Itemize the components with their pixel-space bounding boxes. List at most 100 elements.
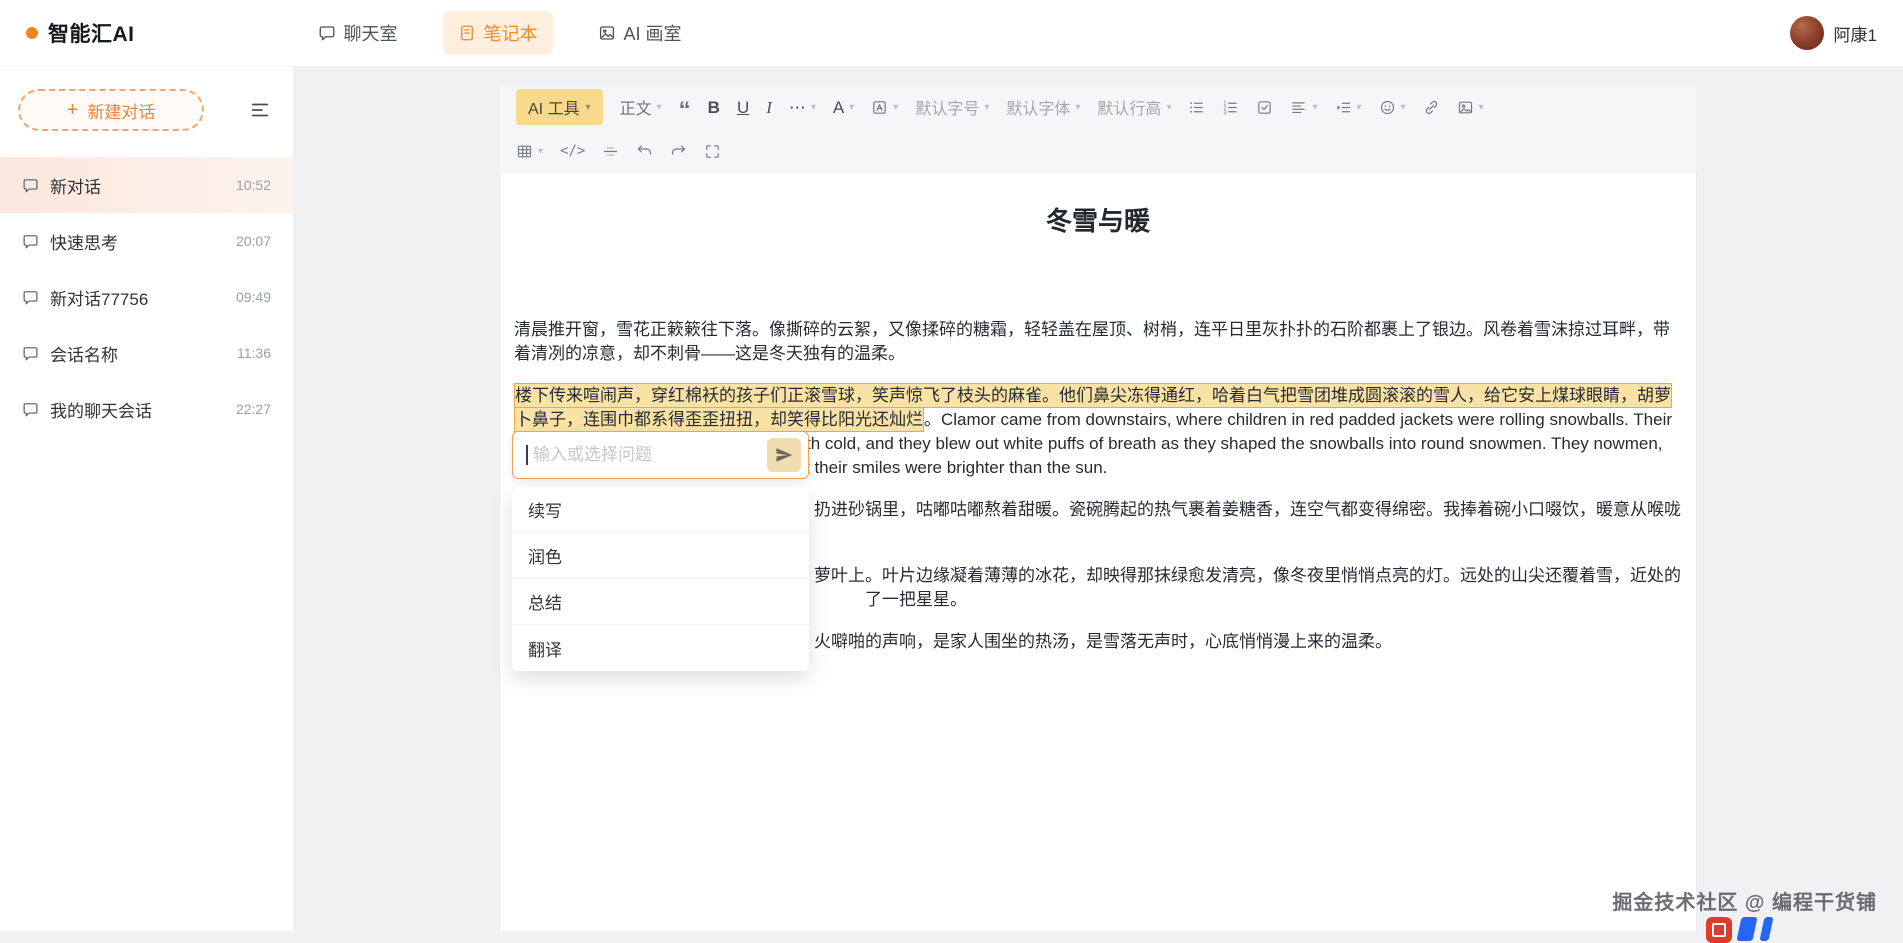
highlight-color-button[interactable]: ▾	[871, 99, 898, 116]
more-formats-button[interactable]: ⋯ ▾	[789, 99, 816, 116]
blockquote-button[interactable]: “	[679, 98, 691, 116]
conversation-time: 11:36	[237, 345, 271, 361]
caret-down-icon: ▾	[1075, 102, 1080, 113]
nav-chat-room[interactable]: 聊天室	[303, 11, 413, 55]
send-button[interactable]	[767, 438, 801, 472]
bold-icon: B	[708, 99, 720, 116]
line-height-select[interactable]: 默认行高 ▾	[1097, 95, 1171, 119]
font-size-label: 默认字号	[915, 95, 979, 119]
bullet-list-button[interactable]	[1188, 99, 1205, 116]
caret-down-icon: ▾	[1312, 102, 1317, 113]
nav-ai-studio[interactable]: AI 画室	[583, 11, 697, 55]
watermark: 掘金技术社区 @ 编程干货铺	[1612, 886, 1877, 915]
italic-button[interactable]: I	[766, 99, 772, 116]
bullet-list-icon	[1188, 99, 1205, 116]
caret-down-icon: ▾	[811, 102, 816, 113]
indent-icon	[1335, 99, 1352, 116]
ai-option-continue-writing[interactable]: 续写	[512, 487, 809, 533]
paragraph-1: 清晨推开窗，雪花正簌簌往下落。像撕碎的云絮，又像揉碎的糖霜，轻轻盖在屋顶、树梢，…	[514, 318, 1682, 366]
indent-button[interactable]: ▾	[1335, 99, 1362, 116]
checkbox-icon	[1256, 99, 1273, 116]
conversation-item[interactable]: 快速思考 20:07	[0, 213, 293, 269]
align-icon	[1290, 99, 1307, 116]
fullscreen-button[interactable]	[704, 143, 721, 160]
underline-icon: U	[737, 99, 749, 116]
more-icon: ⋯	[789, 99, 806, 116]
ai-input-box[interactable]	[512, 431, 809, 479]
chat-bubble-icon	[22, 289, 39, 306]
caret-down-icon: ▾	[586, 102, 591, 113]
caret-down-icon: ▾	[893, 102, 898, 113]
ai-tools-button[interactable]: AI 工具 ▾	[516, 89, 603, 125]
line-height-label: 默认行高	[1097, 95, 1161, 119]
table-button[interactable]: ▾	[516, 143, 543, 160]
conversation-title: 新对话77756	[50, 285, 225, 310]
collapse-sidebar-icon[interactable]	[249, 99, 271, 121]
image-button[interactable]: ▾	[1457, 99, 1484, 116]
redo-icon	[670, 143, 687, 160]
caret-down-icon: ▾	[657, 102, 662, 113]
ai-option-polish[interactable]: 润色	[512, 533, 809, 579]
caret-down-icon: ▾	[849, 102, 854, 113]
caret-down-icon: ▾	[984, 102, 989, 113]
ai-option-summarize[interactable]: 总结	[512, 579, 809, 625]
conversation-item[interactable]: 我的聊天会话 22:27	[0, 381, 293, 437]
task-list-button[interactable]	[1256, 99, 1273, 116]
undo-button[interactable]	[636, 143, 653, 160]
nav-label: 笔记本	[484, 20, 538, 46]
divider-icon	[602, 143, 619, 160]
app-title: 智能汇AI	[48, 18, 135, 48]
ai-assistant-popup: 续写 润色 总结 翻译	[512, 431, 809, 671]
editor-toolbar: AI 工具 ▾ 正文 ▾ “ B U I ⋯ ▾ A	[500, 85, 1696, 173]
conversation-title: 快速思考	[50, 229, 225, 254]
table-icon	[516, 143, 533, 160]
new-chat-button[interactable]: + 新建对话	[18, 89, 204, 131]
ai-options-menu: 续写 润色 总结 翻译	[512, 487, 809, 671]
underline-button[interactable]: U	[737, 99, 749, 116]
font-color-button[interactable]: A ▾	[833, 99, 854, 116]
plus-icon: +	[67, 100, 79, 120]
ordered-list-button[interactable]: 123	[1222, 99, 1239, 116]
app-logo-icon	[26, 27, 38, 39]
align-button[interactable]: ▾	[1290, 99, 1317, 116]
caret-down-icon: ▾	[1479, 102, 1484, 113]
partial-logo	[1706, 917, 1771, 943]
ai-tools-label: AI 工具	[528, 95, 580, 119]
top-nav: 聊天室 笔记本 AI 画室	[303, 11, 697, 55]
ordered-list-icon: 123	[1222, 99, 1239, 116]
conversation-item[interactable]: 新对话 10:52	[0, 157, 293, 213]
font-size-select[interactable]: 默认字号 ▾	[915, 95, 989, 119]
code-button[interactable]: </>	[560, 143, 585, 159]
user-name: 阿康1	[1834, 21, 1877, 46]
send-icon	[775, 446, 793, 464]
ai-studio-icon	[598, 24, 616, 42]
font-family-select[interactable]: 默认字体 ▾	[1006, 95, 1080, 119]
user-menu[interactable]: 阿康1	[1790, 16, 1877, 50]
ai-option-translate[interactable]: 翻译	[512, 625, 809, 671]
paragraph-style-label: 正文	[620, 95, 652, 119]
ai-question-input[interactable]	[531, 444, 767, 466]
emoji-button[interactable]: ▾	[1379, 99, 1406, 116]
partial-logo-red-icon	[1706, 917, 1732, 943]
redo-button[interactable]	[670, 143, 687, 160]
paragraph-style-select[interactable]: 正文 ▾	[620, 95, 662, 119]
bold-button[interactable]: B	[708, 99, 720, 116]
chat-bubble-icon	[22, 345, 39, 362]
avatar[interactable]	[1790, 16, 1824, 50]
app-header: 智能汇AI 聊天室 笔记本 AI 画室 阿康1	[0, 0, 1903, 67]
italic-icon: I	[766, 99, 772, 116]
conversation-item[interactable]: 会话名称 11:36	[0, 325, 293, 381]
conversation-title: 我的聊天会话	[50, 397, 225, 422]
link-button[interactable]	[1423, 99, 1440, 116]
code-icon: </>	[560, 143, 585, 159]
nav-notebook[interactable]: 笔记本	[443, 11, 553, 55]
paragraph-4-part-b: 了一把星星。	[865, 590, 967, 609]
caret-down-icon: ▾	[1166, 102, 1171, 113]
font-family-label: 默认字体	[1006, 95, 1070, 119]
conversation-item[interactable]: 新对话77756 09:49	[0, 269, 293, 325]
divider-button[interactable]	[602, 143, 619, 160]
conversation-title: 新对话	[50, 173, 225, 198]
new-chat-label: 新建对话	[87, 98, 155, 123]
caret-down-icon: ▾	[1357, 102, 1362, 113]
conversation-time: 10:52	[236, 177, 271, 193]
